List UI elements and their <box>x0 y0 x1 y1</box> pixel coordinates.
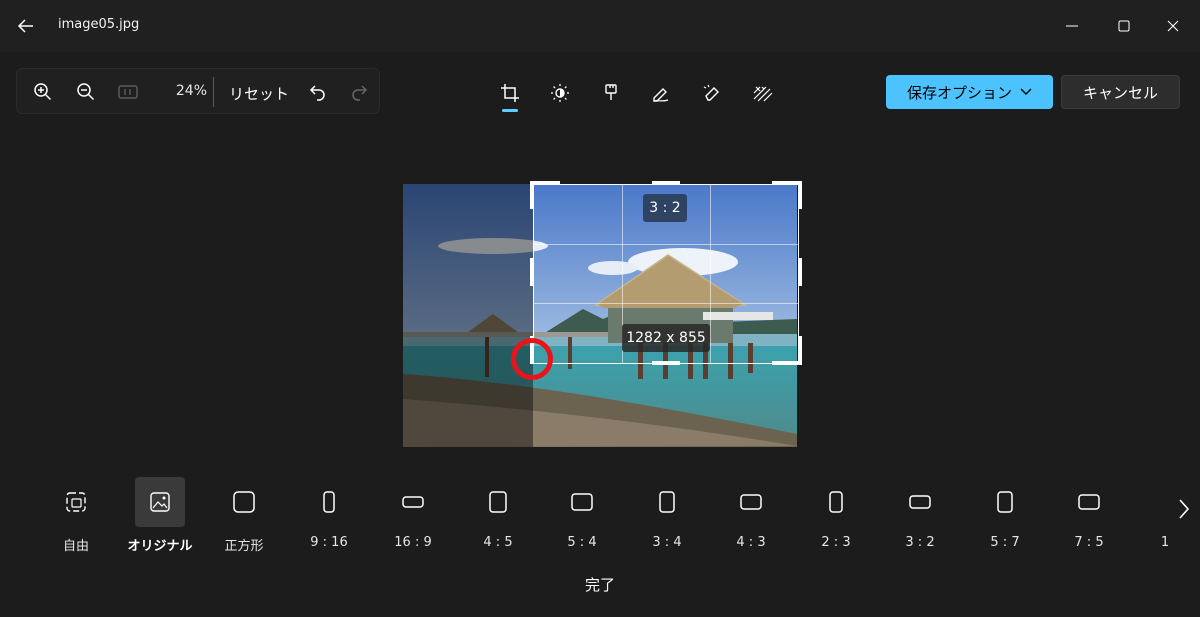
aspect-icon-box <box>388 477 438 527</box>
eraser-icon[interactable] <box>697 78 727 108</box>
aspect-icon-box <box>51 477 101 527</box>
aspect-label: 5 : 7 <box>990 535 1020 550</box>
free-crop-icon <box>66 492 86 512</box>
landscape-icon <box>1078 494 1100 510</box>
zoom-in-icon[interactable] <box>29 78 57 106</box>
aspect-4-3[interactable]: 4 : 3 <box>725 476 777 556</box>
landscape-icon <box>909 495 931 509</box>
aspect-icon-box <box>642 477 692 527</box>
crop-handle-top-right[interactable] <box>798 181 802 209</box>
aspect-icon-box <box>135 477 185 527</box>
crop-handle-right[interactable] <box>798 258 802 286</box>
landscape-icon <box>740 494 762 510</box>
reset-button[interactable]: リセット <box>229 83 289 104</box>
aspect-label: 正方形 <box>224 539 264 554</box>
aspect-icon-box <box>304 477 354 527</box>
aspect-label: 9 : 16 <box>310 535 348 550</box>
aspect-label: 5 : 4 <box>567 535 597 550</box>
crop-grid-line <box>534 303 798 304</box>
aspect-icon-box <box>980 477 1030 527</box>
aspect-icon-box <box>1064 477 1114 527</box>
filter-brush-icon[interactable] <box>596 78 626 108</box>
chevron-down-icon <box>1020 88 1032 95</box>
crop-handle-bottom-right[interactable] <box>798 336 802 364</box>
crop-handle-top-left[interactable] <box>530 181 560 185</box>
aspect-label: 3 : 4 <box>652 535 682 550</box>
aspect-3-2[interactable]: 3 : 2 <box>894 476 946 556</box>
done-button[interactable]: 完了 <box>560 574 640 595</box>
aspect-icon-box <box>726 477 776 527</box>
aspect-icon-box <box>895 477 945 527</box>
background-blur-icon[interactable] <box>748 78 778 108</box>
crop-handle-left[interactable] <box>530 258 534 286</box>
aspect-square[interactable]: 正方形 <box>218 476 270 556</box>
aspect-icon-box <box>219 477 269 527</box>
aspect-label: 4 : 5 <box>483 535 513 550</box>
portrait-icon <box>489 491 507 513</box>
aspect-5-7[interactable]: 5 : 7 <box>979 476 1031 556</box>
portrait-icon <box>997 491 1013 513</box>
portrait-icon <box>323 491 335 513</box>
save-options-button[interactable]: 保存オプション <box>886 75 1053 109</box>
undo-icon[interactable] <box>304 78 332 106</box>
annotation-circle <box>511 338 553 380</box>
crop-handle-bottom-right[interactable] <box>772 361 802 365</box>
cancel-button[interactable]: キャンセル <box>1061 75 1180 109</box>
close-button[interactable] <box>1159 12 1187 40</box>
crop-icon[interactable] <box>495 78 525 108</box>
crop-grid-line <box>710 185 711 363</box>
save-options-label: 保存オプション <box>906 83 1012 102</box>
title-bar: image05.jpg <box>0 0 1200 52</box>
actual-size-icon[interactable] <box>114 78 142 106</box>
aspect-16-9[interactable]: 16 : 9 <box>387 476 439 556</box>
aspect-label: 自由 <box>62 539 89 554</box>
zoom-level: 24% <box>175 83 207 99</box>
crop-handle-top[interactable] <box>652 181 680 185</box>
divider <box>213 77 214 107</box>
portrait-icon <box>659 491 675 513</box>
aspect-label: 1 <box>1160 535 1170 550</box>
aspect-icon-box <box>811 477 861 527</box>
aspect-icon-box <box>557 477 607 527</box>
crop-size-label: 1282 x 855 <box>622 324 710 352</box>
aspect-label: 3 : 2 <box>905 535 935 550</box>
crop-handle-top-left[interactable] <box>530 181 534 209</box>
active-tool-indicator <box>502 109 518 112</box>
crop-grid-line <box>534 244 798 245</box>
crop-handle-bottom[interactable] <box>652 361 680 365</box>
aspect-3-4[interactable]: 3 : 4 <box>641 476 693 556</box>
aspect-label: 2 : 3 <box>821 535 851 550</box>
back-arrow-icon[interactable] <box>14 14 38 38</box>
landscape-icon <box>571 493 593 511</box>
aspect-icon-box <box>473 477 523 527</box>
markup-pen-icon[interactable] <box>646 78 676 108</box>
aspect-7-5[interactable]: 7 : 5 <box>1063 476 1115 556</box>
editor-area: 24% リセット 保存オプション キャンセル 3: 2 1282 x 855 … <box>0 52 1200 617</box>
minimize-button[interactable] <box>1058 12 1086 40</box>
square-icon <box>233 491 255 513</box>
aspect-9-16[interactable]: 9 : 16 <box>303 476 355 556</box>
aspect-2-3[interactable]: 2 : 3 <box>810 476 862 556</box>
crop-ratio-label: 3 : 2 <box>643 194 687 222</box>
brightness-icon[interactable] <box>545 78 575 108</box>
aspect-label: 16 : 9 <box>394 535 432 550</box>
crop-shade <box>403 184 533 447</box>
aspect-original[interactable]: オリジナル <box>127 476 193 556</box>
redo-icon[interactable] <box>345 78 373 106</box>
aspect-partial[interactable]: 1 <box>1139 476 1170 556</box>
aspect-4-5[interactable]: 4 : 5 <box>472 476 524 556</box>
maximize-button[interactable] <box>1110 12 1138 40</box>
zoom-out-icon[interactable] <box>72 78 100 106</box>
portrait-icon <box>829 491 843 513</box>
aspect-free[interactable]: 自由 <box>50 476 102 556</box>
aspect-label: オリジナル <box>127 539 193 554</box>
aspect-label: 4 : 3 <box>736 535 766 550</box>
chevron-right-icon[interactable] <box>1174 496 1194 522</box>
aspect-ratio-list: 自由 オリジナル 正方形 9 : 16 16 : 9 4 : 5 5 : 4 3… <box>0 476 1170 556</box>
window-title: image05.jpg <box>58 17 140 32</box>
image-icon <box>150 492 170 512</box>
aspect-5-4[interactable]: 5 : 4 <box>556 476 608 556</box>
zoom-toolbar: 24% リセット <box>16 68 380 114</box>
landscape-icon <box>402 496 424 508</box>
